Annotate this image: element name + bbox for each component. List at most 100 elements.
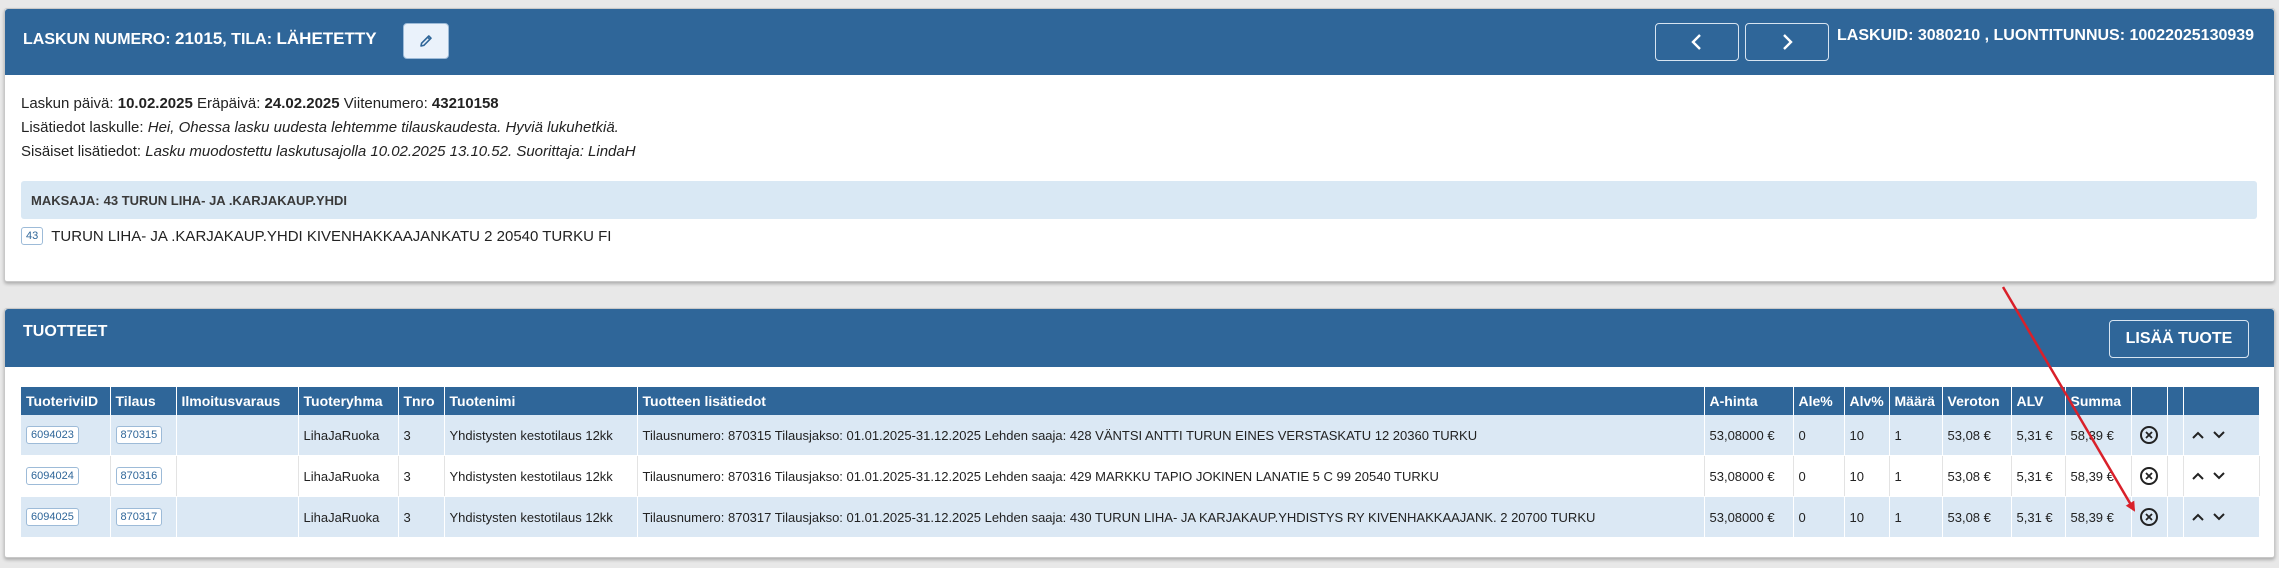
product-details-cell: Tilausnumero: 870315 Tilausjakso: 01.01.… bbox=[637, 415, 1705, 456]
invoice-status-label: , TILA: bbox=[222, 31, 273, 48]
invoice-date: 10.02.2025 bbox=[117, 95, 193, 112]
tnro-cell: 3 bbox=[398, 455, 445, 497]
table-row: 6094025 870317 LihaJaRuoka 3 Yhdistysten… bbox=[21, 496, 2260, 538]
invoice-number-label: LASKUN NUMERO: bbox=[23, 31, 171, 48]
reference-label: Viitenumero: bbox=[343, 95, 428, 112]
column-header-empty bbox=[2167, 387, 2184, 415]
order-link[interactable]: 870316 bbox=[115, 467, 163, 485]
payer-name: 43 TURUN LIHA- JA .KARJAKAUP.YHDI bbox=[103, 192, 348, 208]
product-row-id-link[interactable]: 6094024 bbox=[26, 467, 79, 485]
column-header[interactable]: Määrä bbox=[1889, 387, 1943, 415]
column-header[interactable]: Tilaus bbox=[110, 387, 177, 415]
column-header[interactable]: Veroton bbox=[1942, 387, 2012, 415]
chevron-left-icon bbox=[1691, 34, 1701, 50]
order-link[interactable]: 870315 bbox=[115, 426, 163, 444]
invoice-header: LASKUN NUMERO: 21015, TILA: LÄHETETTY LA… bbox=[5, 9, 2274, 75]
add-product-button[interactable]: LISÄÄ TUOTE bbox=[2109, 320, 2249, 358]
move-up-button[interactable] bbox=[2189, 426, 2207, 444]
column-header[interactable]: Alv% bbox=[1844, 387, 1890, 415]
column-header[interactable]: TuoteriviID bbox=[21, 387, 111, 415]
column-header[interactable]: Ilmoitusvaraus bbox=[176, 387, 299, 415]
pencil-icon bbox=[420, 35, 432, 47]
sum-cell: 58,39 € bbox=[2065, 496, 2132, 538]
chevron-down-icon bbox=[2213, 431, 2225, 439]
internal-info-label: Sisäiset lisätiedot: bbox=[21, 143, 142, 160]
column-header[interactable]: ALV bbox=[2011, 387, 2066, 415]
column-header[interactable]: Tnro bbox=[398, 387, 445, 415]
quantity-cell: 1 bbox=[1889, 455, 1943, 497]
move-up-button[interactable] bbox=[2189, 508, 2207, 526]
reservation-cell bbox=[176, 496, 299, 538]
vat-cell: 5,31 € bbox=[2011, 496, 2066, 538]
column-header-empty bbox=[2183, 387, 2260, 415]
edit-invoice-button[interactable] bbox=[403, 23, 449, 59]
reference-number: 43210158 bbox=[431, 95, 499, 112]
products-header: TUOTTEET LISÄÄ TUOTE bbox=[5, 309, 2274, 367]
chevron-up-icon bbox=[2191, 513, 2204, 521]
product-details-cell: Tilausnumero: 870317 Tilausjakso: 01.01.… bbox=[637, 496, 1705, 538]
payer-tag-link[interactable]: 43 bbox=[21, 227, 44, 245]
invoice-date-label: Laskun päivä: bbox=[21, 95, 114, 112]
vat-cell: 5,31 € bbox=[2011, 455, 2066, 497]
product-group-cell: LihaJaRuoka bbox=[298, 455, 399, 497]
product-row-id-link[interactable]: 6094023 bbox=[26, 426, 79, 444]
column-header[interactable]: A-hinta bbox=[1704, 387, 1794, 415]
move-down-button[interactable] bbox=[2210, 426, 2228, 444]
order-link[interactable]: 870317 bbox=[115, 508, 163, 526]
column-header[interactable]: Tuoteryhma bbox=[298, 387, 399, 415]
net-cell: 53,08 € bbox=[1942, 415, 2012, 456]
product-row-id-link[interactable]: 6094025 bbox=[26, 508, 79, 526]
move-down-button[interactable] bbox=[2210, 508, 2228, 526]
invoice-info-text: Hei, Ohessa lasku uudesta lehtemme tilau… bbox=[147, 119, 619, 136]
delete-row-button[interactable] bbox=[2140, 508, 2158, 526]
move-down-button[interactable] bbox=[2210, 467, 2228, 485]
sum-cell: 58,39 € bbox=[2065, 415, 2132, 456]
payer-bar: MAKSAJA: 43 TURUN LIHA- JA .KARJAKAUP.YH… bbox=[21, 181, 2257, 219]
vat-cell: 5,31 € bbox=[2011, 415, 2066, 456]
column-header[interactable]: Ale% bbox=[1793, 387, 1845, 415]
delete-row-button[interactable] bbox=[2140, 467, 2158, 485]
invoice-dates-line: Laskun päivä: 10.02.2025 Eräpäivä: 24.02… bbox=[21, 95, 499, 112]
move-up-button[interactable] bbox=[2189, 467, 2207, 485]
discount-cell: 0 bbox=[1793, 455, 1845, 497]
payer-address-line: 43 TURUN LIHA- JA .KARJAKAUP.YHDI KIVENH… bbox=[21, 227, 611, 245]
products-panel: TUOTTEET LISÄÄ TUOTE TuoteriviID Tilaus … bbox=[4, 308, 2275, 558]
product-details-cell: Tilausnumero: 870316 Tilausjakso: 01.01.… bbox=[637, 455, 1705, 497]
column-header[interactable]: Tuotteen lisätiedot bbox=[637, 387, 1705, 415]
discount-cell: 0 bbox=[1793, 415, 1845, 456]
due-date: 24.02.2025 bbox=[264, 95, 340, 112]
circle-x-icon bbox=[2145, 513, 2153, 521]
chevron-down-icon bbox=[2213, 472, 2225, 480]
invoice-title: LASKUN NUMERO: 21015, TILA: LÄHETETTY bbox=[23, 29, 377, 49]
unit-price-cell: 53,08000 € bbox=[1704, 496, 1794, 538]
unit-price-cell: 53,08000 € bbox=[1704, 415, 1794, 456]
vat-percent-cell: 10 bbox=[1844, 455, 1890, 497]
net-cell: 53,08 € bbox=[1942, 496, 2012, 538]
chevron-right-icon bbox=[1783, 34, 1793, 50]
tnro-cell: 3 bbox=[398, 415, 445, 456]
net-cell: 53,08 € bbox=[1942, 455, 2012, 497]
product-name-cell: Yhdistysten kestotilaus 12kk bbox=[444, 415, 638, 456]
invoice-id-info: LASKUID: 3080210 , LUONTITUNNUS: 1002202… bbox=[1837, 27, 2255, 44]
invoice-status: LÄHETETTY bbox=[276, 29, 377, 48]
delete-row-button[interactable] bbox=[2140, 426, 2158, 444]
quantity-cell: 1 bbox=[1889, 415, 1943, 456]
reservation-cell bbox=[176, 455, 299, 497]
products-title: TUOTTEET bbox=[23, 323, 108, 340]
invoice-panel: LASKUN NUMERO: 21015, TILA: LÄHETETTY LA… bbox=[4, 8, 2275, 282]
previous-invoice-button[interactable] bbox=[1655, 23, 1739, 61]
vat-percent-cell: 10 bbox=[1844, 496, 1890, 538]
column-header[interactable]: Tuotenimi bbox=[444, 387, 638, 415]
chevron-down-icon bbox=[2213, 513, 2225, 521]
sum-cell: 58,39 € bbox=[2065, 455, 2132, 497]
discount-cell: 0 bbox=[1793, 496, 1845, 538]
circle-x-icon bbox=[2145, 431, 2153, 439]
payer-address: TURUN LIHA- JA .KARJAKAUP.YHDI KIVENHAKK… bbox=[51, 227, 612, 245]
vat-percent-cell: 10 bbox=[1844, 415, 1890, 456]
internal-info-text: Lasku muodostettu laskutusajolla 10.02.2… bbox=[145, 143, 636, 160]
next-invoice-button[interactable] bbox=[1745, 23, 1829, 61]
quantity-cell: 1 bbox=[1889, 496, 1943, 538]
internal-info-line: Sisäiset lisätiedot: Lasku muodostettu l… bbox=[21, 143, 636, 160]
column-header[interactable]: Summa bbox=[2065, 387, 2132, 415]
chevron-up-icon bbox=[2191, 472, 2204, 480]
